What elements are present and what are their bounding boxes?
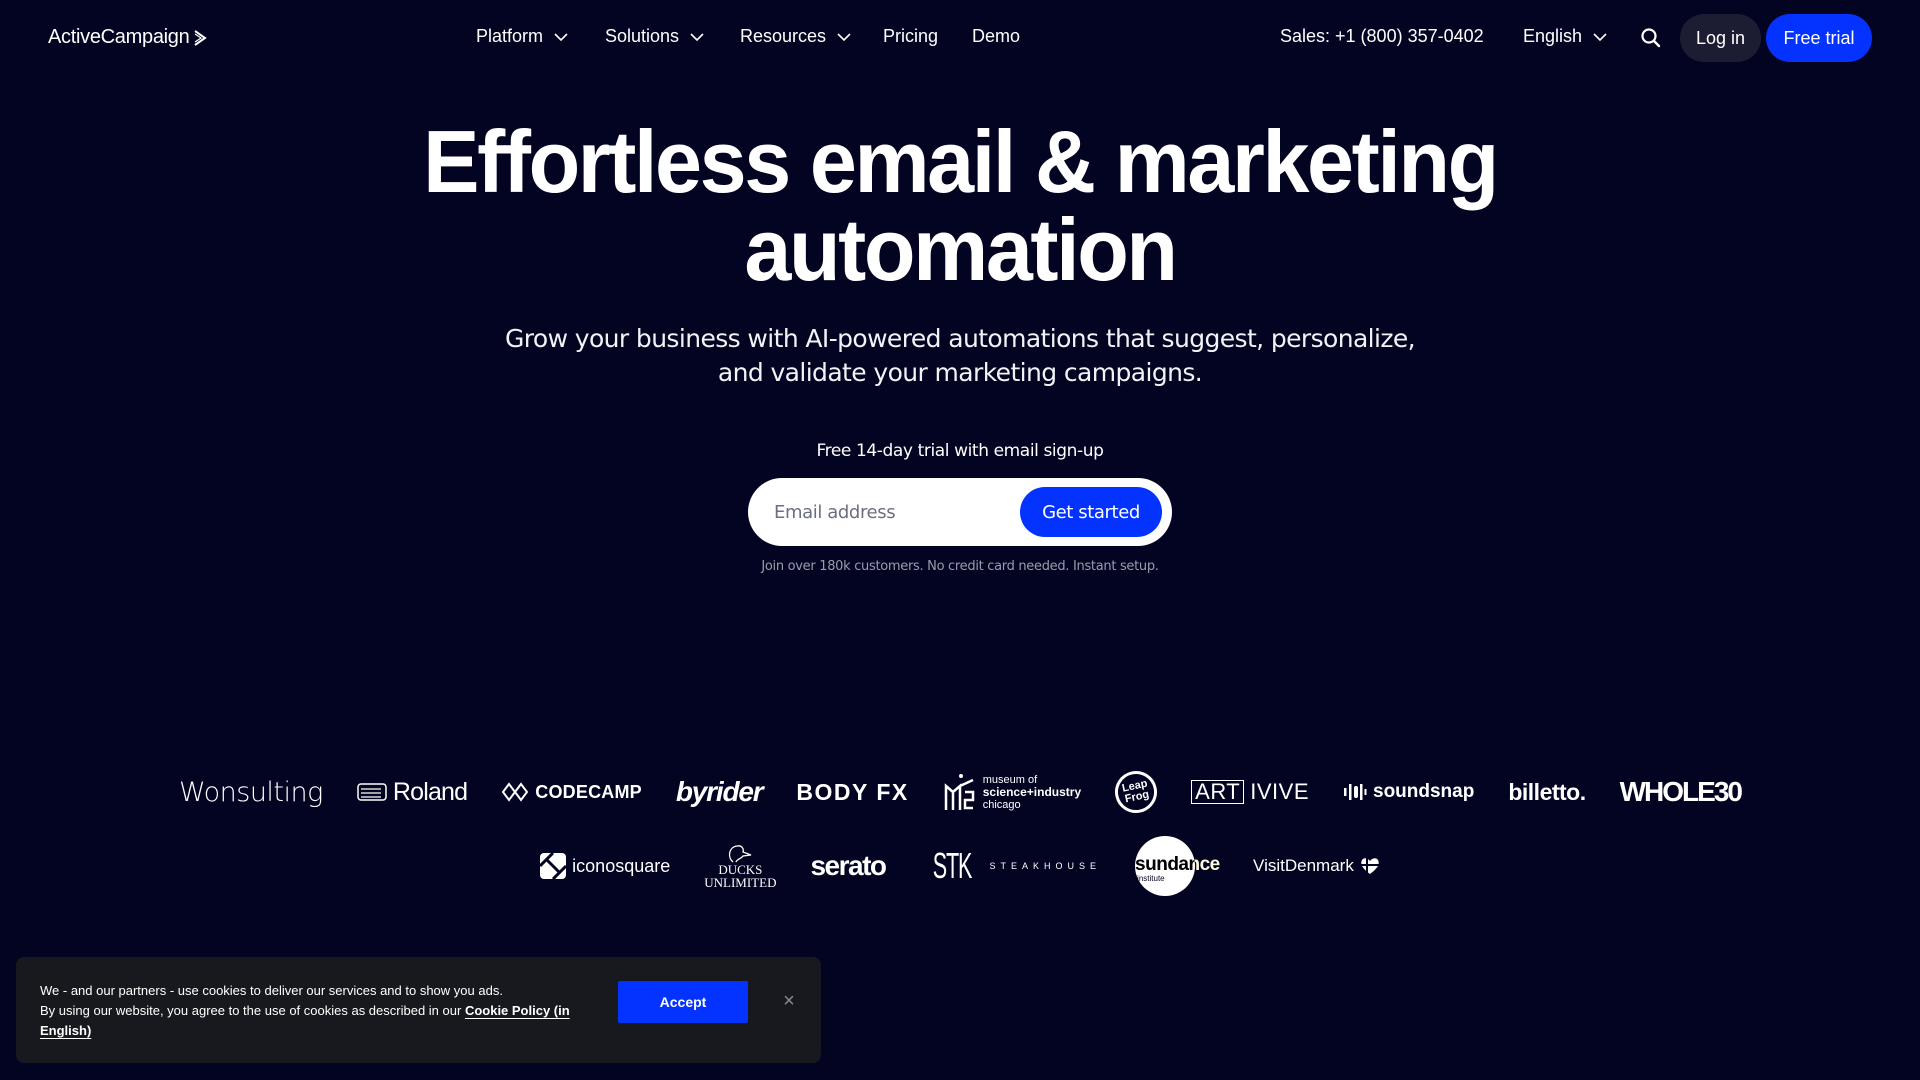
subtitle-line-1: Grow your business with AI-powered autom… <box>504 324 1416 353</box>
logo-serato: serato <box>810 850 887 881</box>
logo-visitdenmark-text: VisitDenmark <box>1253 856 1354 875</box>
email-input[interactable] <box>774 478 1014 546</box>
artivive-vive: IVIVE <box>1250 779 1309 804</box>
nav-solutions-label: Solutions <box>605 26 680 46</box>
cookie-line-2: By using our website, you agree to the u… <box>40 1001 600 1041</box>
logo-roland: Roland <box>357 777 468 807</box>
sundance-institute: institute <box>1137 874 1165 883</box>
nav-platform-label: Platform <box>476 26 544 46</box>
logo-soundsnap: soundsnap <box>1343 781 1474 803</box>
language-label: English <box>1523 26 1583 46</box>
msi-mark-icon <box>944 774 974 810</box>
accept-cookies-button[interactable]: Accept <box>618 981 748 1023</box>
ducks-text: DUCKS UNLIMITED <box>704 862 777 890</box>
nav-pricing[interactable]: Pricing <box>883 26 938 47</box>
chevron-down-icon <box>554 32 568 41</box>
nav-demo-label: Demo <box>972 26 1021 46</box>
headline-line-2: automation <box>744 200 1178 299</box>
chevron-down-icon <box>690 32 704 41</box>
headline-line-1: Effortless email & marketing <box>423 112 1499 211</box>
logo-soundsnap-text: soundsnap <box>1373 781 1475 802</box>
sales-phone-link[interactable]: Sales: +1 (800) 357-0402 <box>1280 26 1484 47</box>
signup-fineprint: Join over 180k customers. No credit card… <box>761 559 1159 574</box>
trial-note: Free 14-day trial with email sign-up <box>816 441 1104 461</box>
logo-visitdenmark: VisitDenmark <box>1253 856 1380 876</box>
logo-codecamp: CodeCamp <box>501 782 642 803</box>
logo-iconosquare-text: iconosquare <box>572 855 671 876</box>
logo-billetto: billetto. <box>1508 778 1586 805</box>
iconosquare-mark-icon <box>540 853 567 879</box>
subtitle-line-2: and validate your marketing campaigns. <box>717 358 1203 387</box>
stk-mark: STK <box>932 845 972 886</box>
nav-platform[interactable]: Platform <box>476 26 569 47</box>
heart-flag-icon <box>1359 858 1380 874</box>
duck-icon <box>729 845 752 863</box>
logo-ducks-unlimited: DUCKS UNLIMITED <box>704 843 776 889</box>
logo-sundance: sundance institute <box>1135 836 1220 896</box>
chevron-down-icon <box>837 32 851 41</box>
logo-roland-text: Roland <box>392 777 468 806</box>
logo-wonsulting: Wonsulting <box>179 776 323 808</box>
codecamp-mark-icon <box>502 782 529 802</box>
soundsnap-bars-icon <box>1344 784 1367 800</box>
logo-leapfrog: Leap Frog <box>1111 767 1162 817</box>
stk-steakhouse: STEAKHOUSE <box>989 861 1102 871</box>
login-button[interactable]: Log in <box>1680 14 1761 62</box>
logo-artivive: ART IVIVE <box>1191 779 1309 805</box>
close-icon[interactable]: × <box>777 989 801 1013</box>
customer-logos-row-2: iconosquare DUCKS UNLIMITED serato STK ST… <box>0 836 1920 896</box>
cookie-line-1: We - and our partners - use cookies to d… <box>40 983 503 998</box>
activecampaign-logo[interactable]: ActiveCampaign <box>48 26 208 49</box>
logo-whole30: WHOLE30 <box>1619 776 1743 807</box>
logo-bodyfx: BODY FX <box>796 778 909 805</box>
sundance-text: sundance <box>1135 854 1220 875</box>
logo-text: ActiveCampaign <box>48 26 190 48</box>
logo-codecamp-text: CodeCamp <box>535 781 642 802</box>
logo-stk: STK STEAKHOUSE <box>920 845 1102 887</box>
free-trial-button[interactable]: Free trial <box>1766 14 1872 62</box>
hero-headline: Effortless email & marketing automation <box>38 118 1881 294</box>
logo-msi-chicago: museum of science+industry chicago <box>943 772 1081 812</box>
nav-pricing-label: Pricing <box>883 26 939 46</box>
hero-subtitle: Grow your business with AI-powered autom… <box>0 322 1920 390</box>
roland-mark-icon <box>357 783 387 801</box>
language-selector[interactable]: English <box>1523 26 1608 47</box>
cookie-line-2-text: By using our website, you agree to the u… <box>40 1003 462 1018</box>
logo-byrider: byrider <box>675 776 764 807</box>
logo-chevron-icon <box>194 29 208 46</box>
nav-resources-label: Resources <box>740 26 827 46</box>
nav-resources[interactable]: Resources <box>740 26 852 47</box>
sales-phone-text: Sales: +1 (800) 357-0402 <box>1280 26 1484 46</box>
top-nav: ActiveCampaign Platform Solutions Resour… <box>0 0 1920 76</box>
get-started-button[interactable]: Get started <box>1020 487 1162 537</box>
nav-solutions[interactable]: Solutions <box>605 26 705 47</box>
search-icon[interactable] <box>1640 27 1662 49</box>
cookie-banner: We - and our partners - use cookies to d… <box>16 957 821 1063</box>
signup-form: Get started <box>748 478 1172 546</box>
chevron-down-icon <box>1593 32 1607 41</box>
logo-iconosquare: iconosquare <box>540 853 670 879</box>
cookie-message: We - and our partners - use cookies to d… <box>40 981 600 1041</box>
leapfrog-badge: Leap Frog <box>1111 767 1162 817</box>
artivive-art-box: ART <box>1191 780 1245 804</box>
nav-demo[interactable]: Demo <box>972 26 1020 47</box>
customer-logos-row-1: Wonsulting Roland CodeCamp byrider BODY … <box>0 767 1920 817</box>
logo-msi-text: museum of science+industry chicago <box>982 773 1082 811</box>
